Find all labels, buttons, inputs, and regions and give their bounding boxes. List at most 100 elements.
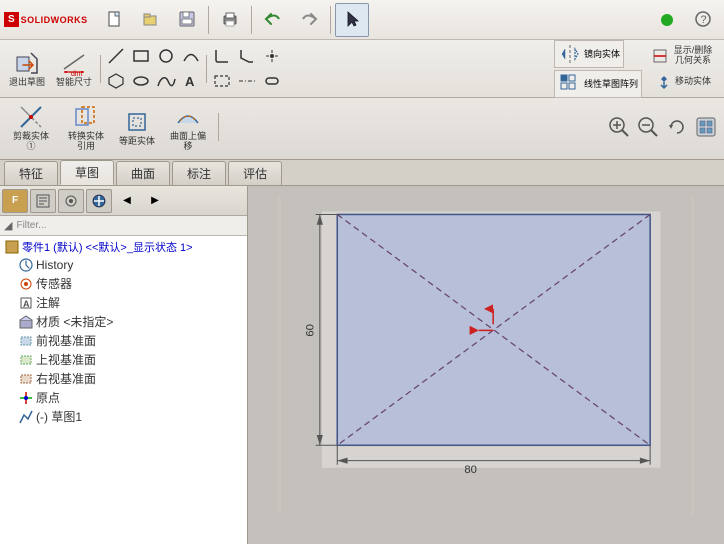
tree-material-item[interactable]: 材质 <未指定> bbox=[0, 312, 247, 331]
toolbar-row3: 剪裁实体① 转换实体引用 等距实体 bbox=[0, 98, 724, 156]
zoom-to-fit-button[interactable] bbox=[605, 113, 633, 141]
undo-button[interactable] bbox=[256, 3, 290, 37]
tree-annotation-item[interactable]: A 注解 bbox=[0, 293, 247, 312]
linear-pattern-group: 线性草图阵列 bbox=[554, 70, 642, 98]
polygon-button[interactable] bbox=[104, 69, 128, 93]
tab-feature[interactable]: 特征 bbox=[4, 161, 58, 185]
filter-bar: ◢ Filter... bbox=[0, 216, 247, 236]
tree-origin-item[interactable]: 原点 bbox=[0, 388, 247, 407]
right-plane-icon bbox=[18, 371, 34, 387]
tree-root-item[interactable]: 零件1 (默认) <<默认>_显示状态 1> bbox=[0, 238, 247, 256]
tab-sketch[interactable]: 草图 bbox=[60, 160, 114, 185]
app-name: SOLIDWORKS bbox=[21, 15, 88, 25]
main-area: F ◀ ▶ ◢ Filter... bbox=[0, 186, 724, 544]
convert-entities-button[interactable]: 转换实体引用 bbox=[59, 102, 113, 152]
ellipse-button[interactable] bbox=[129, 69, 153, 93]
tree-front-plane-item[interactable]: 前视基准面 bbox=[0, 331, 247, 350]
options-button[interactable] bbox=[650, 3, 684, 37]
move-label: 移动实体 bbox=[675, 77, 711, 87]
front-plane-label: 前视基准面 bbox=[36, 332, 96, 349]
circle-button[interactable] bbox=[154, 44, 178, 68]
svg-text:A: A bbox=[23, 299, 30, 309]
chamfer-button[interactable] bbox=[235, 44, 259, 68]
filter-hint: Filter... bbox=[16, 220, 46, 231]
tree-right-plane-item[interactable]: 右视基准面 bbox=[0, 369, 247, 388]
prev-nav-button[interactable]: ◀ bbox=[114, 189, 140, 213]
exit-sketch-label: 退出草图 bbox=[9, 78, 45, 88]
feature-tree-panel: F ◀ ▶ ◢ Filter... bbox=[0, 186, 248, 544]
save-button[interactable] bbox=[170, 3, 204, 37]
history-label: History bbox=[36, 258, 73, 272]
right-plane-label: 右视基准面 bbox=[36, 370, 96, 387]
rect-button[interactable] bbox=[129, 44, 153, 68]
right-tools: 镜向实体 线性草图阵列 bbox=[554, 40, 642, 98]
tab-dimension[interactable]: 标注 bbox=[172, 161, 226, 185]
shape-tools-group2 bbox=[210, 44, 284, 93]
svg-text:80: 80 bbox=[464, 464, 477, 476]
feature-manager-button[interactable]: F bbox=[2, 189, 28, 213]
toolbar-row2: 退出草图 dim 智能尺寸 bbox=[0, 40, 724, 98]
redo-button[interactable] bbox=[292, 3, 326, 37]
config-manager-button[interactable] bbox=[58, 189, 84, 213]
tree-sketch1-item[interactable]: (-) 草图1 bbox=[0, 407, 247, 426]
line-button[interactable] bbox=[104, 44, 128, 68]
sketch1-label: (-) 草图1 bbox=[36, 408, 82, 425]
print-button[interactable] bbox=[213, 3, 247, 37]
arc-button[interactable] bbox=[179, 44, 203, 68]
spline-button[interactable] bbox=[154, 69, 178, 93]
select-button[interactable] bbox=[335, 3, 369, 37]
linear-pattern-label: 线性草图阵列 bbox=[584, 77, 638, 90]
separator bbox=[100, 55, 101, 83]
move-entities-button[interactable]: 移动实体 bbox=[647, 70, 720, 94]
solidworks-logo: S SOLIDWORKS bbox=[4, 12, 88, 27]
separator bbox=[206, 55, 207, 83]
canvas-bg: 80 60 bbox=[278, 196, 694, 514]
material-icon bbox=[18, 314, 34, 330]
rotate-view-button[interactable] bbox=[663, 113, 691, 141]
sketch-canvas-area[interactable]: 80 60 bbox=[248, 186, 724, 544]
point-button[interactable] bbox=[260, 44, 284, 68]
centerline-button[interactable] bbox=[235, 69, 259, 93]
offset-entities-button[interactable]: 等距实体 bbox=[114, 102, 160, 152]
tree-sensor-item[interactable]: 传感器 bbox=[0, 274, 247, 293]
panel-toolbar: F ◀ ▶ bbox=[0, 186, 247, 216]
sensor-icon bbox=[18, 276, 34, 292]
view-orient-button[interactable] bbox=[692, 113, 720, 141]
mirror-entities-button[interactable] bbox=[558, 42, 582, 66]
separator bbox=[251, 6, 252, 34]
exit-sketch-button[interactable]: 退出草图 bbox=[4, 44, 50, 94]
top-toolbar: S SOLIDWORKS bbox=[0, 0, 724, 160]
tree-history-item[interactable]: History bbox=[0, 256, 247, 274]
trim-icon bbox=[17, 103, 45, 131]
tab-surface[interactable]: 曲面 bbox=[116, 161, 170, 185]
slot-button[interactable] bbox=[260, 69, 284, 93]
construction-button[interactable] bbox=[210, 69, 234, 93]
offset-icon bbox=[123, 108, 151, 136]
show-hide-label: 显示/删除几何关系 bbox=[671, 46, 715, 66]
fillet-button[interactable] bbox=[210, 44, 234, 68]
sketch-icon bbox=[18, 409, 34, 425]
sensor-label: 传感器 bbox=[36, 275, 72, 292]
new-file-button[interactable] bbox=[98, 3, 132, 37]
linear-pattern-button[interactable] bbox=[558, 72, 582, 96]
trim-entities-button[interactable]: 剪裁实体① bbox=[4, 102, 58, 152]
tree-top-plane-item[interactable]: 上视基准面 bbox=[0, 350, 247, 369]
open-file-button[interactable] bbox=[134, 3, 168, 37]
separator bbox=[218, 113, 219, 141]
offset-label: 等距实体 bbox=[119, 137, 155, 147]
next-nav-button[interactable]: ▶ bbox=[142, 189, 168, 213]
dim-xpert-button[interactable] bbox=[86, 189, 112, 213]
text-button[interactable]: A bbox=[179, 69, 203, 93]
help-button[interactable]: ? bbox=[686, 3, 720, 37]
show-hide-button[interactable]: 显示/删除几何关系 bbox=[647, 44, 720, 68]
top-plane-icon bbox=[18, 352, 34, 368]
zoom-out-button[interactable] bbox=[634, 113, 662, 141]
tab-evaluate[interactable]: 评估 bbox=[228, 161, 282, 185]
top-plane-label: 上视基准面 bbox=[36, 351, 96, 368]
annotation-label: 注解 bbox=[36, 294, 60, 311]
smart-dim-button[interactable]: dim 智能尺寸 bbox=[51, 44, 97, 94]
svg-text:?: ? bbox=[701, 14, 707, 26]
property-manager-button[interactable] bbox=[30, 189, 56, 213]
svg-text:60: 60 bbox=[305, 324, 317, 337]
surface-offset-button[interactable]: 曲面上偏移 bbox=[161, 102, 215, 152]
